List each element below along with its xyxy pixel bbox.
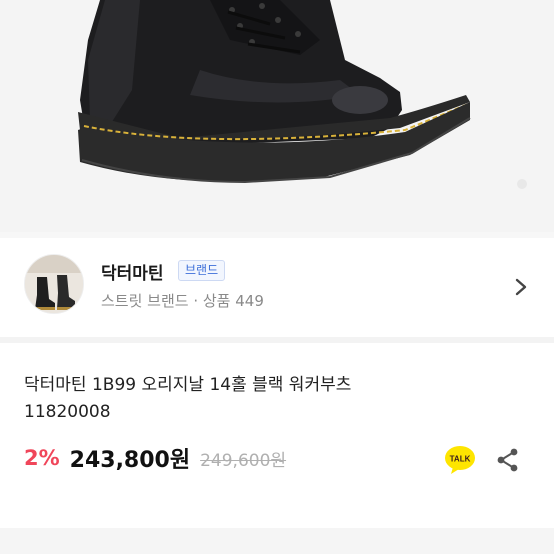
brand-avatar-image — [25, 255, 83, 313]
brand-avatar[interactable] — [24, 254, 84, 314]
discount-rate: 2% — [24, 446, 60, 470]
product-image[interactable] — [0, 0, 554, 232]
chevron-right-icon[interactable] — [512, 276, 530, 298]
bottom-spacer — [0, 528, 554, 554]
kakao-talk-icon[interactable]: TALK — [444, 445, 476, 475]
brand-badge: 브랜드 — [178, 260, 226, 281]
sale-price: 243,800원 — [69, 448, 191, 473]
boot-illustration — [78, 0, 527, 189]
original-price: 249,600원 — [200, 450, 287, 471]
price-row: 2% 243,800원 249,600원 — [24, 443, 286, 473]
share-icon[interactable] — [495, 447, 521, 473]
talk-icon-label: TALK — [450, 455, 471, 464]
product-info: 닥터마틴 1B99 오리지날 14홀 블랙 워커부츠 11820008 2% 2… — [0, 343, 554, 554]
product-title-line1: 닥터마틴 1B99 오리지날 14홀 블랙 워커부츠 — [24, 375, 352, 395]
brand-row[interactable]: 닥터마틴 브랜드 스트릿 브랜드 · 상품 449 — [0, 238, 554, 336]
brand-subtitle: 스트릿 브랜드 · 상품 449 — [101, 292, 264, 310]
brand-name[interactable]: 닥터마틴 — [101, 259, 164, 284]
product-title: 닥터마틴 1B99 오리지날 14홀 블랙 워커부츠 11820008 — [24, 372, 524, 426]
product-title-line2: 11820008 — [24, 402, 111, 422]
